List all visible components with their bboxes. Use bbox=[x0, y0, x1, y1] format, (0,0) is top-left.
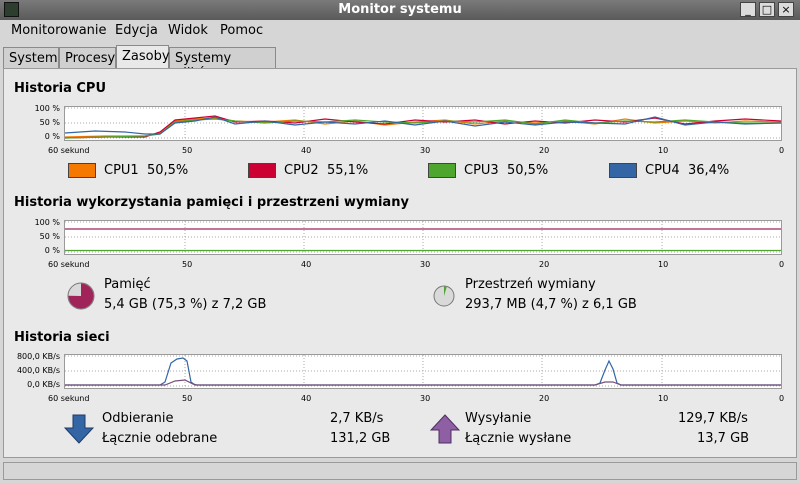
menu-view[interactable]: Widok bbox=[168, 23, 208, 38]
net-y-tick-0: 0,0 KB/s bbox=[27, 380, 60, 389]
mem-y-tick-0: 0 % bbox=[44, 246, 60, 255]
memory-detail: 5,4 GB (75,3 %) z 7,2 GB bbox=[104, 297, 267, 312]
memory-graph-svg bbox=[65, 221, 781, 254]
maximize-icon[interactable]: □ bbox=[759, 2, 775, 17]
net-x-tick-10: 10 bbox=[658, 394, 669, 403]
tab-processes[interactable]: Procesy bbox=[59, 47, 116, 68]
memory-pie-icon[interactable] bbox=[66, 281, 96, 311]
mem-y-tick-100: 100 % bbox=[34, 218, 60, 227]
cpu2-value: 55,1% bbox=[326, 163, 369, 178]
mem-x-tick-60: 60 sekund bbox=[48, 260, 90, 269]
net-y-tick-400: 400,0 KB/s bbox=[16, 366, 60, 375]
mem-x-tick-40: 40 bbox=[301, 260, 312, 269]
cpu-y-tick-100: 100 % bbox=[34, 104, 60, 113]
network-graph bbox=[64, 354, 782, 389]
minimize-icon[interactable]: _ bbox=[740, 2, 756, 17]
tab-system[interactable]: System bbox=[3, 47, 59, 68]
mem-x-tick-20: 20 bbox=[539, 260, 550, 269]
cpu4-value: 36,4% bbox=[687, 163, 730, 178]
cpu-x-tick-0: 0 bbox=[779, 146, 785, 155]
network-history-title: Historia sieci bbox=[14, 330, 110, 345]
cpu2-color-button[interactable] bbox=[248, 163, 276, 178]
receive-total: 131,2 GB bbox=[330, 431, 391, 446]
status-bar bbox=[3, 462, 797, 480]
cpu4-legend: CPU4 36,4% bbox=[645, 163, 730, 178]
receive-rate: 2,7 KB/s bbox=[330, 411, 384, 426]
mem-x-tick-0: 0 bbox=[779, 260, 785, 269]
swap-detail: 293,7 MB (4,7 %) z 6,1 GB bbox=[465, 297, 637, 312]
cpu3-value: 50,5% bbox=[506, 163, 549, 178]
cpu3-color-button[interactable] bbox=[428, 163, 456, 178]
mem-x-tick-50: 50 bbox=[182, 260, 193, 269]
net-x-tick-0: 0 bbox=[779, 394, 785, 403]
cpu-x-tick-20: 20 bbox=[539, 146, 550, 155]
cpu-x-tick-30: 30 bbox=[420, 146, 431, 155]
cpu-history-title: Historia CPU bbox=[14, 81, 107, 96]
swap-pie-icon[interactable] bbox=[431, 283, 457, 309]
memory-label: Pamięć bbox=[104, 277, 151, 292]
net-x-tick-50: 50 bbox=[182, 394, 193, 403]
receive-total-label: Łącznie odebrane bbox=[102, 431, 218, 446]
net-x-tick-60: 60 sekund bbox=[48, 394, 90, 403]
cpu1-color-button[interactable] bbox=[68, 163, 96, 178]
receive-label: Odbieranie bbox=[102, 411, 174, 426]
swap-label: Przestrzeń wymiany bbox=[465, 277, 596, 292]
cpu2-legend: CPU2 55,1% bbox=[284, 163, 369, 178]
close-icon[interactable]: × bbox=[778, 2, 794, 17]
receive-arrow-icon[interactable] bbox=[64, 414, 94, 444]
menu-bar: Monitorowanie Edycja Widok Pomoc bbox=[0, 20, 800, 42]
send-total: 13,7 GB bbox=[697, 431, 750, 446]
cpu-x-tick-60: 60 sekund bbox=[48, 146, 90, 155]
cpu-graph-svg bbox=[64, 107, 782, 140]
net-x-tick-20: 20 bbox=[539, 394, 550, 403]
window-title: Monitor systemu bbox=[338, 2, 462, 17]
send-arrow-icon[interactable] bbox=[430, 414, 460, 444]
mem-x-tick-10: 10 bbox=[658, 260, 669, 269]
cpu1-value: 50,5% bbox=[146, 163, 189, 178]
cpu-graph bbox=[64, 106, 782, 141]
tab-bar: System Procesy Zasoby Systemy plików bbox=[0, 45, 800, 81]
mem-x-tick-30: 30 bbox=[420, 260, 431, 269]
memory-history-title: Historia wykorzystania pamięci i przestr… bbox=[14, 195, 409, 210]
net-x-tick-30: 30 bbox=[420, 394, 431, 403]
network-graph-svg bbox=[65, 355, 781, 388]
memory-graph bbox=[64, 220, 782, 255]
cpu-y-tick-50: 50 % bbox=[39, 118, 60, 127]
send-rate: 129,7 KB/s bbox=[678, 411, 748, 426]
menu-help[interactable]: Pomoc bbox=[220, 23, 263, 38]
tab-filesystems[interactable]: Systemy plików bbox=[169, 47, 276, 81]
net-x-tick-40: 40 bbox=[301, 394, 312, 403]
cpu1-legend: CPU1 50,5% bbox=[104, 163, 189, 178]
send-label: Wysyłanie bbox=[465, 411, 532, 426]
menu-monitoring[interactable]: Monitorowanie bbox=[11, 23, 107, 38]
send-total-label: Łącznie wysłane bbox=[465, 431, 572, 446]
cpu-x-tick-40: 40 bbox=[301, 146, 312, 155]
cpu-x-tick-50: 50 bbox=[182, 146, 193, 155]
menu-edit[interactable]: Edycja bbox=[115, 23, 158, 38]
title-bar: Monitor systemu _ □ × bbox=[0, 0, 800, 20]
net-y-tick-800: 800,0 KB/s bbox=[16, 352, 60, 361]
tab-resources[interactable]: Zasoby bbox=[116, 45, 170, 69]
cpu-y-tick-0: 0 % bbox=[44, 132, 60, 141]
cpu3-legend: CPU3 50,5% bbox=[464, 163, 549, 178]
cpu-x-tick-10: 10 bbox=[658, 146, 669, 155]
mem-y-tick-50: 50 % bbox=[39, 232, 60, 241]
cpu4-color-button[interactable] bbox=[609, 163, 637, 178]
